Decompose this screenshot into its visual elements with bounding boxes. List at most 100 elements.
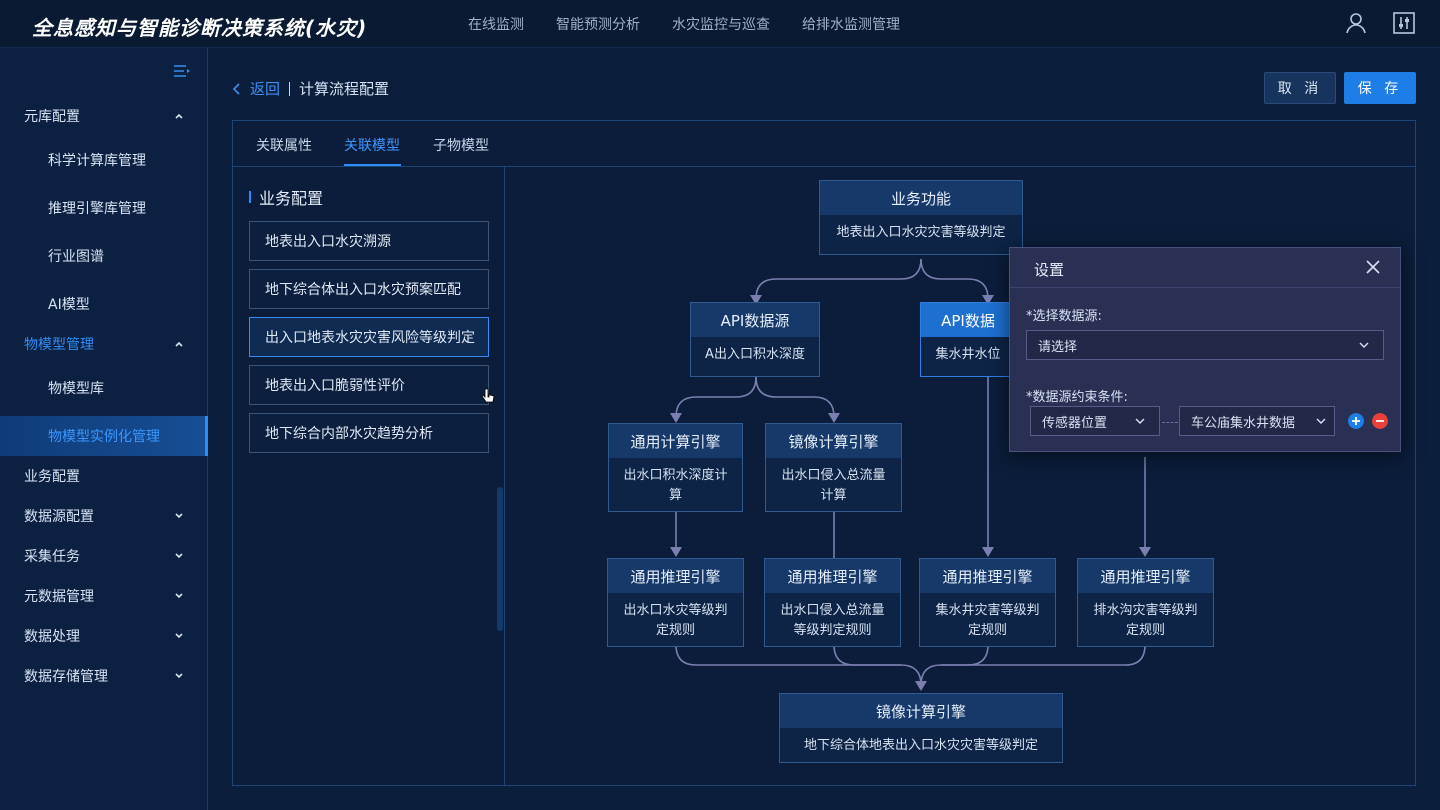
chevron-down-icon bbox=[175, 593, 183, 599]
top-nav: 在线监测 智能预测分析 水灾监控与巡查 给排水监测管理 bbox=[468, 14, 900, 34]
sidebar: 元库配置 科学计算库管理 推理引擎库管理 行业图谱 AI模型 物模型管理 物模型… bbox=[0, 48, 208, 810]
sidebar-item-label: 元库配置 bbox=[24, 109, 80, 125]
save-button[interactable]: 保 存 bbox=[1344, 72, 1416, 104]
flow-node-inference-engine-2[interactable]: 通用推理引擎 出水口侵入总流量等级判定规则 bbox=[764, 558, 901, 647]
node-header: 通用推理引擎 bbox=[920, 559, 1055, 593]
business-item[interactable]: 地下综合内部水灾趋势分析 bbox=[249, 413, 489, 453]
node-header: 通用推理引擎 bbox=[608, 559, 743, 593]
sidebar-item-data-processing[interactable]: 数据处理 bbox=[0, 616, 208, 656]
pointer-cursor-icon bbox=[481, 388, 495, 403]
tab-sub-models[interactable]: 子物模型 bbox=[433, 135, 489, 155]
business-item-selected[interactable]: 出入口地表水灾灾害风险等级判定 bbox=[249, 317, 489, 357]
cancel-button[interactable]: 取 消 bbox=[1264, 72, 1336, 104]
node-header: 通用推理引擎 bbox=[765, 559, 900, 593]
breadcrumb: 返回 计算流程配置 bbox=[232, 78, 389, 99]
node-body: 出水口侵入总流量等级判定规则 bbox=[780, 603, 885, 638]
sidebar-item-label: 采集任务 bbox=[24, 549, 80, 565]
flow-node-inference-engine-4[interactable]: 通用推理引擎 排水沟灾害等级判定规则 bbox=[1077, 558, 1214, 647]
sidebar-item-metadata-management[interactable]: 元数据管理 bbox=[0, 576, 208, 616]
node-header: API数据源 bbox=[691, 303, 819, 337]
settings-dialog: 设置 *选择数据源: 请选择 *数据源约束条件: 传感器位置 车公庙集水井数据 bbox=[1009, 247, 1401, 452]
sidebar-item-label: 推理引擎库管理 bbox=[48, 201, 146, 217]
sidebar-item-thing-model-library[interactable]: 物模型库 bbox=[0, 368, 208, 408]
sliders-icon[interactable] bbox=[1393, 12, 1415, 34]
flow-node-general-calc-engine[interactable]: 通用计算引擎 出水口积水深度计算 bbox=[608, 423, 743, 512]
back-link[interactable]: 返回 bbox=[232, 78, 280, 99]
flow-node-mirror-calc-engine[interactable]: 镜像计算引擎 出水口侵入总流量计算 bbox=[765, 423, 902, 512]
datasource-select[interactable]: 请选择 bbox=[1026, 330, 1384, 360]
sidebar-item-thing-model-management[interactable]: 物模型管理 bbox=[0, 324, 208, 364]
sidebar-item-label: 业务配置 bbox=[24, 469, 80, 485]
business-item[interactable]: 地表出入口脆弱性评价 bbox=[249, 365, 489, 405]
active-tab-indicator bbox=[344, 164, 401, 166]
sidebar-item-ai-model[interactable]: AI模型 bbox=[0, 284, 208, 324]
chevron-down-icon bbox=[175, 513, 183, 519]
config-panel: 关联属性 关联模型 子物模型 业务配置 地表出入口水灾溯源 地下综合体出入口水灾… bbox=[232, 120, 1416, 786]
sidebar-item-label: 元数据管理 bbox=[24, 589, 94, 605]
business-item[interactable]: 地表出入口水灾溯源 bbox=[249, 221, 489, 261]
top-bar: 全息感知与智能诊断决策系统(水灾) 在线监测 智能预测分析 水灾监控与巡查 给排… bbox=[0, 0, 1440, 48]
sidebar-item-label: 行业图谱 bbox=[48, 249, 104, 265]
flow-node-api-source-2[interactable]: API数据 集水井水位 bbox=[920, 302, 1016, 377]
node-header: 通用推理引擎 bbox=[1078, 559, 1213, 593]
business-item[interactable]: 地下综合体出入口水灾预案匹配 bbox=[249, 269, 489, 309]
node-body: A出入口积水深度 bbox=[705, 347, 805, 362]
sidebar-item-label: 物模型库 bbox=[48, 381, 104, 397]
chevron-down-icon bbox=[1359, 342, 1369, 348]
flow-node-inference-engine-1[interactable]: 通用推理引擎 出水口水灾等级判定规则 bbox=[607, 558, 744, 647]
flow-node-final-mirror-engine[interactable]: 镜像计算引擎 地下综合体地表出入口水灾灾害等级判定 bbox=[779, 693, 1063, 763]
sidebar-item-business-config[interactable]: 业务配置 bbox=[0, 456, 208, 496]
datasource-placeholder: 请选择 bbox=[1038, 339, 1078, 355]
flow-node-business-function[interactable]: 业务功能 地表出入口水灾灾害等级判定 bbox=[819, 180, 1023, 255]
chevron-down-icon bbox=[175, 553, 183, 559]
breadcrumb-divider bbox=[289, 81, 291, 96]
node-body: 集水井灾害等级判定规则 bbox=[935, 603, 1040, 638]
close-icon[interactable] bbox=[1366, 260, 1380, 274]
sidebar-item-label: 数据源配置 bbox=[24, 509, 94, 525]
node-body: 出水口侵入总流量计算 bbox=[781, 468, 886, 503]
collapse-menu-icon[interactable] bbox=[174, 64, 190, 78]
node-header: API数据 bbox=[921, 303, 1015, 337]
sidebar-item-thing-model-instance[interactable]: 物模型实例化管理 bbox=[0, 416, 208, 456]
constraint-field-select[interactable]: 传感器位置 bbox=[1030, 406, 1160, 436]
tab-related-attributes[interactable]: 关联属性 bbox=[256, 135, 312, 155]
nav-flood-patrol[interactable]: 水灾监控与巡查 bbox=[672, 14, 770, 34]
sidebar-item-label: 物模型管理 bbox=[24, 337, 94, 353]
node-header: 通用计算引擎 bbox=[609, 424, 742, 458]
constraint-value-text: 车公庙集水井数据 bbox=[1191, 415, 1296, 431]
flow-node-inference-engine-3[interactable]: 通用推理引擎 集水井灾害等级判定规则 bbox=[919, 558, 1056, 647]
nav-drainage-management[interactable]: 给排水监测管理 bbox=[802, 14, 900, 34]
tab-related-models[interactable]: 关联模型 bbox=[344, 135, 400, 155]
section-title: 业务配置 bbox=[249, 185, 323, 209]
chevron-left-icon bbox=[232, 82, 240, 95]
sidebar-item-label: 数据存储管理 bbox=[24, 669, 108, 685]
nav-online-monitoring[interactable]: 在线监测 bbox=[468, 14, 524, 34]
nav-prediction-analysis[interactable]: 智能预测分析 bbox=[556, 14, 640, 34]
node-body: 排水沟灾害等级判定规则 bbox=[1093, 603, 1198, 638]
constraint-value-select[interactable]: 车公庙集水井数据 bbox=[1179, 406, 1335, 436]
datasource-label: *选择数据源: bbox=[1026, 309, 1102, 324]
chevron-down-icon bbox=[175, 673, 183, 679]
add-condition-icon[interactable] bbox=[1348, 413, 1364, 429]
node-header: 镜像计算引擎 bbox=[766, 424, 901, 458]
sidebar-item-datasource-config[interactable]: 数据源配置 bbox=[0, 496, 208, 536]
sidebar-item-label: 物模型实例化管理 bbox=[48, 429, 160, 445]
page-title: 计算流程配置 bbox=[299, 80, 390, 98]
sidebar-item-scientific-library[interactable]: 科学计算库管理 bbox=[0, 140, 208, 180]
sidebar-item-inference-library[interactable]: 推理引擎库管理 bbox=[0, 188, 208, 228]
chevron-down-icon bbox=[1316, 418, 1326, 424]
sidebar-item-industry-graph[interactable]: 行业图谱 bbox=[0, 236, 208, 276]
sidebar-item-meta-library[interactable]: 元库配置 bbox=[0, 96, 208, 136]
sidebar-item-label: 数据处理 bbox=[24, 629, 80, 645]
list-scrollbar[interactable] bbox=[497, 487, 503, 631]
sidebar-item-collection-task[interactable]: 采集任务 bbox=[0, 536, 208, 576]
chevron-down-icon bbox=[1135, 418, 1145, 424]
remove-condition-icon[interactable] bbox=[1372, 413, 1388, 429]
sidebar-item-label: 科学计算库管理 bbox=[48, 153, 146, 169]
flow-node-api-source-1[interactable]: API数据源 A出入口积水深度 bbox=[690, 302, 820, 377]
node-body: 出水口积水深度计算 bbox=[623, 468, 728, 503]
node-header: 业务功能 bbox=[820, 181, 1022, 215]
app-title: 全息感知与智能诊断决策系统(水灾) bbox=[32, 16, 368, 40]
user-icon[interactable] bbox=[1345, 12, 1367, 34]
sidebar-item-data-storage[interactable]: 数据存储管理 bbox=[0, 656, 208, 696]
